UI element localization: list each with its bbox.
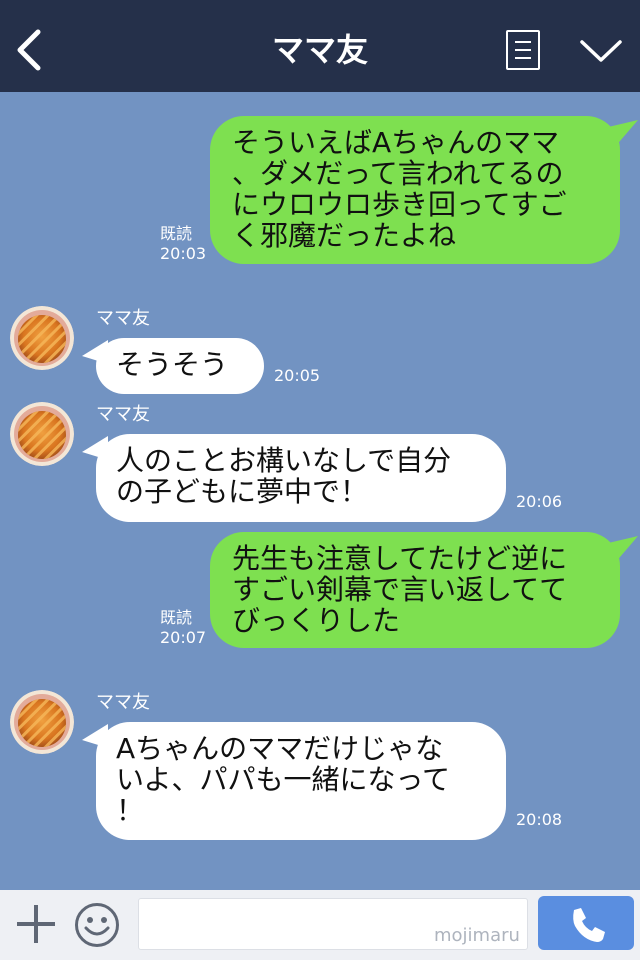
read-receipt: 既読	[160, 224, 193, 243]
emoji-icon[interactable]	[74, 902, 120, 948]
received-message-bubble[interactable]: 人のことお構いなしで自分 の子どもに夢中で！	[96, 434, 506, 522]
message-time: 20:08	[516, 810, 563, 829]
input-bar: mojimaru	[0, 890, 640, 960]
message-time: 20:06	[516, 492, 563, 511]
chevron-down-icon[interactable]	[578, 34, 624, 68]
header-bar: ママ友	[0, 0, 640, 92]
contact-avatar[interactable]	[10, 306, 74, 370]
contact-avatar[interactable]	[10, 402, 74, 466]
phone-icon	[573, 908, 605, 942]
message-time: 20:03	[160, 244, 207, 263]
read-receipt: 既読	[160, 608, 193, 627]
bubble-tail	[604, 536, 638, 564]
plus-icon[interactable]	[14, 902, 58, 946]
sent-message-bubble[interactable]: そういえばAちゃんのママ 、ダメだって言われてるの にウロウロ歩き回ってすご く…	[210, 116, 620, 264]
call-button[interactable]	[538, 896, 634, 950]
sender-name: ママ友	[96, 404, 150, 425]
message-time: 20:05	[274, 366, 321, 385]
message-time: 20:07	[160, 628, 207, 647]
contact-avatar[interactable]	[10, 690, 74, 754]
notes-menu-icon[interactable]	[506, 30, 540, 70]
sender-name: ママ友	[96, 308, 150, 329]
sender-name: ママ友	[96, 692, 150, 713]
bubble-tail	[604, 120, 638, 148]
watermark: mojimaru	[434, 925, 520, 946]
received-message-bubble[interactable]: Aちゃんのママだけじゃな いよ、パパも一緒になって ！	[96, 722, 506, 840]
chat-area[interactable]: 既読 20:03 そういえばAちゃんのママ 、ダメだって言われてるの にウロウロ…	[0, 92, 640, 890]
chat-title: ママ友	[271, 31, 368, 69]
received-message-bubble[interactable]: そうそう	[96, 338, 264, 394]
sent-message-bubble[interactable]: 先生も注意してたけど逆に すごい剣幕で言い返してて びっくりした	[210, 532, 620, 648]
